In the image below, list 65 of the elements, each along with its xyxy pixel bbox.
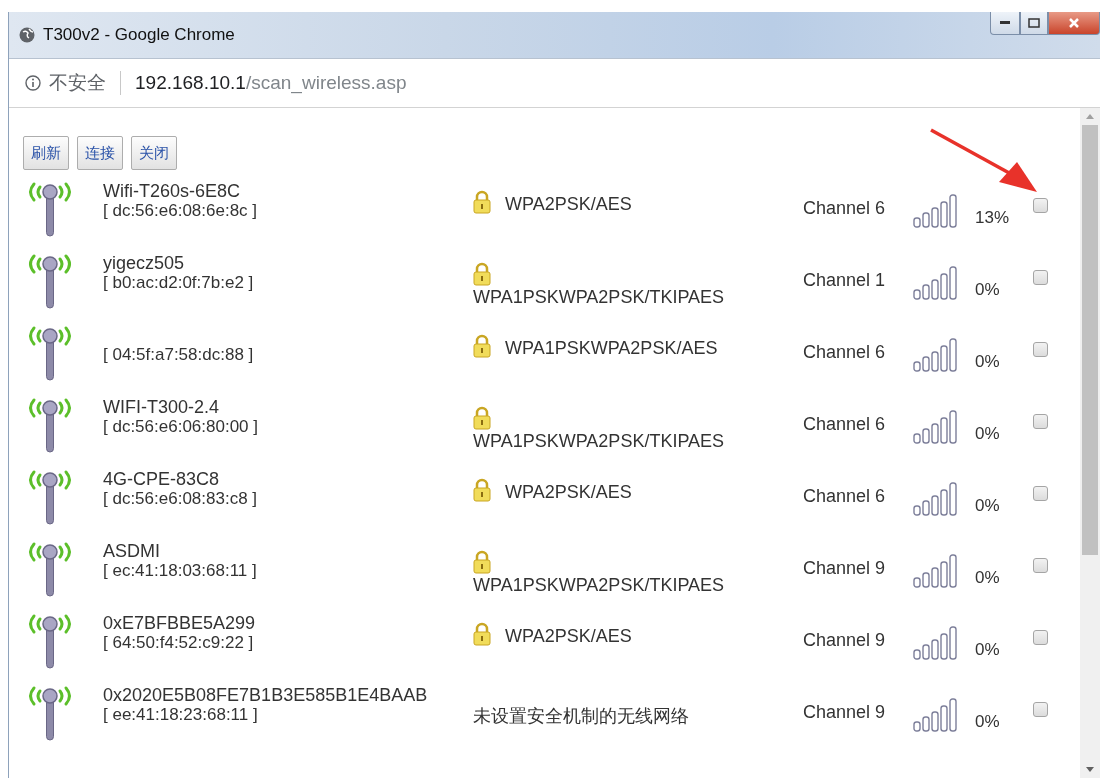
security-type: WPA2PSK/AES	[505, 482, 632, 502]
security-type: WPA1PSKWPA2PSK/TKIPAES	[473, 431, 725, 451]
info-icon	[25, 75, 41, 91]
minimize-icon	[1000, 21, 1010, 25]
security-type: WPA1PSKWPA2PSK/AES	[505, 338, 718, 358]
channel-label: Channel 9	[803, 630, 886, 650]
window-title: T300v2 - Google Chrome	[43, 25, 235, 45]
mac-address: [ dc:56:e6:08:83:c8 ]	[103, 489, 259, 508]
toolbar-button[interactable]: 刷新	[23, 136, 69, 170]
minimize-button[interactable]	[990, 12, 1020, 35]
scroll-down-icon[interactable]	[1086, 767, 1094, 772]
select-checkbox[interactable]	[1033, 558, 1048, 573]
signal-percent: 0%	[975, 280, 1000, 299]
toolbar-button[interactable]: 关闭	[131, 136, 177, 170]
toolbar-button[interactable]: 连接	[77, 136, 123, 170]
security-type: WPA2PSK/AES	[505, 626, 632, 646]
close-button[interactable]	[1048, 12, 1100, 35]
signal-percent: 0%	[975, 352, 1000, 371]
select-checkbox[interactable]	[1033, 342, 1048, 357]
mac-address: [ ec:41:18:03:68:11 ]	[103, 561, 258, 580]
select-checkbox[interactable]	[1033, 270, 1048, 285]
maximize-icon	[1028, 18, 1040, 28]
security-type: 未设置安全机制的无线网络	[473, 706, 689, 726]
network-name: ASDMI	[103, 542, 161, 561]
mac-address: [ 64:50:f4:52:c9:22 ]	[103, 633, 255, 652]
close-icon	[1068, 17, 1080, 29]
maximize-button[interactable]	[1020, 12, 1048, 35]
signal-percent: 0%	[975, 712, 1000, 731]
mac-address: [ b0:ac:d2:0f:7b:e2 ]	[103, 273, 255, 292]
channel-label: Channel 1	[803, 270, 886, 290]
url-text: 192.168.10.1/scan_wireless.asp	[135, 72, 407, 94]
security-type: WPA2PSK/AES	[505, 194, 632, 214]
network-name: 4G-CPE-83C8	[103, 470, 221, 489]
network-name: 0xE7BFBBE5A299	[103, 614, 257, 633]
security-type: WPA1PSKWPA2PSK/TKIPAES	[473, 575, 725, 595]
mac-address: [ 04:5f:a7:58:dc:88 ]	[103, 345, 255, 364]
mac-address: [ dc:56:e6:06:80:00 ]	[103, 417, 259, 436]
scrollbar[interactable]	[1080, 108, 1100, 778]
select-checkbox[interactable]	[1033, 198, 1048, 213]
signal-percent: 0%	[975, 640, 1000, 659]
channel-label: Channel 9	[803, 558, 886, 578]
channel-label: Channel 6	[803, 342, 886, 362]
channel-label: Channel 6	[803, 414, 886, 434]
network-name: 0x2020E5B08FE7B1B3E585B1E4BAAB	[103, 686, 429, 705]
signal-percent: 0%	[975, 496, 1000, 515]
address-bar[interactable]: 不安全 192.168.10.1/scan_wireless.asp	[9, 58, 1100, 108]
select-checkbox[interactable]	[1033, 630, 1048, 645]
mac-address: [ ee:41:18:23:68:11 ]	[103, 705, 259, 724]
select-checkbox[interactable]	[1033, 486, 1048, 501]
security-label: 不安全	[49, 71, 106, 95]
scroll-up-icon[interactable]	[1086, 114, 1094, 119]
signal-percent: 0%	[975, 424, 1000, 443]
network-name: WIFI-T300-2.4	[103, 398, 221, 417]
network-name: Wifi-T260s-6E8C	[103, 182, 242, 201]
network-name: yigecz505	[103, 254, 186, 273]
security-type: WPA1PSKWPA2PSK/TKIPAES	[473, 287, 725, 307]
mac-address: [ dc:56:e6:08:6e:8c ]	[103, 201, 259, 220]
channel-label: Channel 6	[803, 198, 886, 218]
select-checkbox[interactable]	[1033, 414, 1048, 429]
channel-label: Channel 6	[803, 486, 886, 506]
signal-percent: 13%	[975, 208, 1010, 227]
select-checkbox[interactable]	[1033, 702, 1048, 717]
signal-percent: 0%	[975, 568, 1000, 587]
globe-icon	[19, 27, 35, 43]
channel-label: Channel 9	[803, 702, 886, 722]
